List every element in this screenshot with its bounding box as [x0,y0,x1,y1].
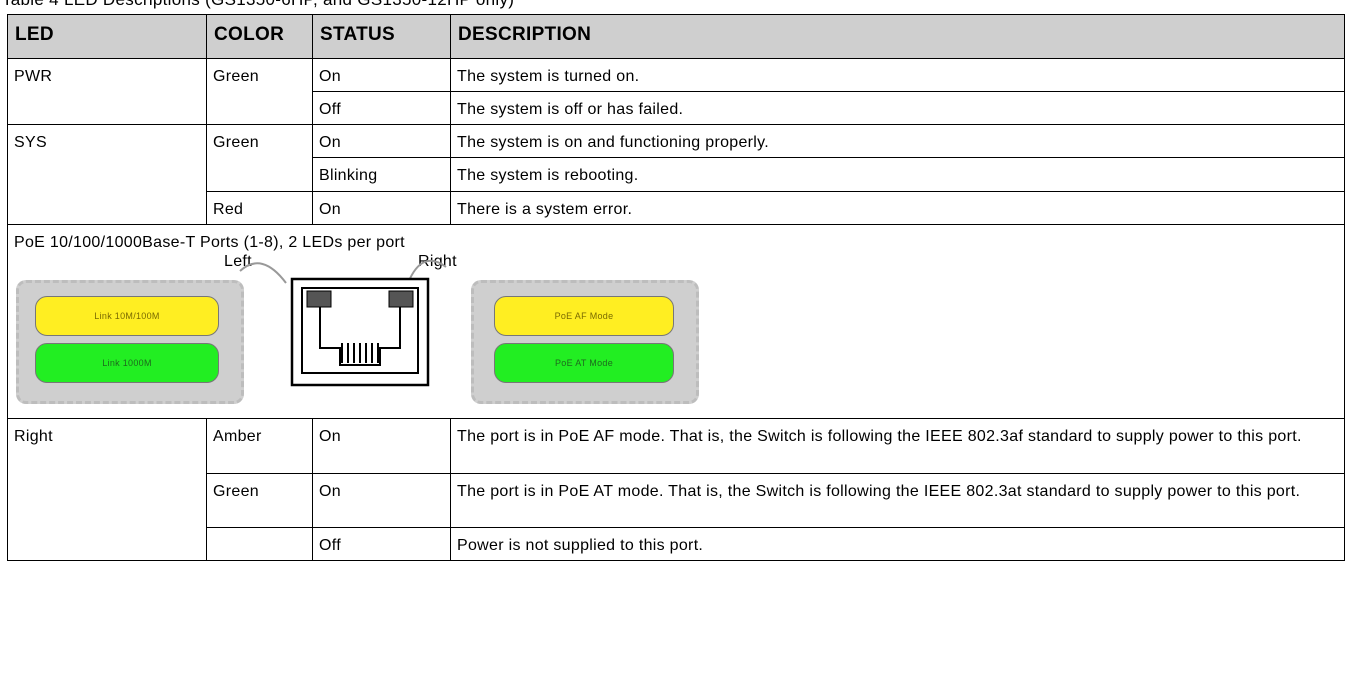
poe-section-title: PoE 10/100/1000Base-T Ports (1-8), 2 LED… [14,234,405,251]
cell-description: The port is in PoE AT mode. That is, the… [450,473,1345,528]
header-status: STATUS [312,14,451,59]
table-caption: Table 4 LED Descriptions (GS1350-6HP, an… [2,0,514,9]
cell-led-right: Right [7,418,207,561]
table-row: Red On There is a system error. [8,191,1345,225]
cell-color-sys: Green [206,124,313,192]
cell-color-sys-red: Red [206,191,313,225]
cell-status: Blinking [312,157,451,192]
table-row: SYS Green On The system is on and functi… [7,124,1345,225]
header-color: COLOR [206,14,313,59]
cell-description: The port is in PoE AF mode. That is, the… [450,418,1345,474]
cell-description: The system is on and functioning properl… [450,124,1345,158]
table-row: Green On The port is in PoE AT mode. Tha… [8,473,1345,528]
cell-color-amber: Amber [206,418,313,474]
cell-color-pwr: Green [206,58,313,125]
cell-status: On [312,473,451,528]
cell-description: The system is turned on. [450,58,1345,92]
cell-led-pwr: PWR [7,58,207,125]
led-description-table: LED COLOR STATUS DESCRIPTION PWR Green O… [7,14,1345,561]
poe-section-cell: PoE 10/100/1000Base-T Ports (1-8), 2 LED… [7,224,1345,419]
rj45-port-icon [239,259,447,387]
cell-description: The system is off or has failed. [450,91,1345,125]
link-10-100-led: Link 10M/100M [35,296,219,336]
cell-status: On [312,58,451,92]
poe-af-mode-led: PoE AF Mode [494,296,674,336]
header-description: DESCRIPTION [450,14,1345,59]
cell-status: On [312,124,451,158]
table-row: Off Power is not supplied to this port. [8,527,1345,561]
cell-description: Power is not supplied to this port. [450,527,1345,561]
cell-status: On [312,191,451,225]
cell-status: On [312,418,451,474]
header-led: LED [7,14,207,59]
link-1000-led: Link 1000M [35,343,219,383]
left-led-tray: Link 10M/100M Link 1000M [16,280,244,404]
cell-status: Off [312,91,451,125]
cell-description: The system is rebooting. [450,157,1345,192]
right-led-tray: PoE AF Mode PoE AT Mode [471,280,699,404]
cell-led-sys: SYS [7,124,207,225]
cell-description: There is a system error. [450,191,1345,225]
table-row: Right Amber On The port is in PoE AF mod… [7,418,1345,561]
cell-color-green: Green [206,473,313,528]
table-header-row: LED COLOR STATUS DESCRIPTION [7,14,1345,59]
cell-status: Off [312,527,451,561]
cell-color-empty [206,527,313,561]
poe-at-mode-led: PoE AT Mode [494,343,674,383]
table-row: PWR Green On The system is turned on. [7,58,1345,125]
led-port-diagram: Link 10M/100M Link 1000M Left Right PoE … [14,253,714,404]
table-row-poe-section: PoE 10/100/1000Base-T Ports (1-8), 2 LED… [7,224,1345,419]
